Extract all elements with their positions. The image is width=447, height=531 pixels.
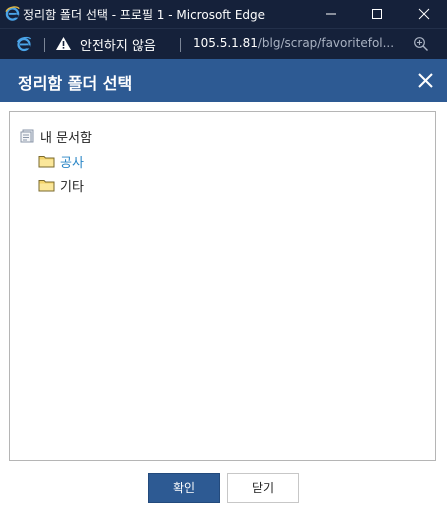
divider <box>180 38 181 52</box>
zoom-icon[interactable] <box>413 36 429 52</box>
tree-folder-label: 기타 <box>60 180 84 195</box>
folder-icon <box>38 180 55 192</box>
warning-icon[interactable] <box>55 36 72 51</box>
close-icon <box>418 8 430 20</box>
ie-mode-icon[interactable] <box>16 36 32 52</box>
confirm-button[interactable]: 확인 <box>148 473 220 503</box>
maximize-button[interactable] <box>354 0 400 28</box>
tree-folder-label: 공사 <box>60 156 84 171</box>
document-icon <box>20 129 34 143</box>
folder-icon <box>38 156 55 168</box>
window-title: 정리함 폴더 선택 - 프로필 1 - Microsoft Edge <box>23 8 266 22</box>
close-button[interactable]: 닫기 <box>227 473 299 503</box>
edge-ie-mode-icon <box>5 6 20 21</box>
tree-root-label: 내 문서함 <box>40 131 92 146</box>
security-status[interactable]: 안전하지 않음 <box>80 35 156 54</box>
dialog-title: 정리함 폴더 선택 <box>18 74 133 93</box>
dialog-header: 정리함 폴더 선택 <box>0 59 447 102</box>
minimize-button[interactable] <box>308 0 354 28</box>
url-host: 105.5.1.81 <box>193 36 258 50</box>
address-bar: 안전하지 않음 105.5.1.81/blg/scrap/favoritefol… <box>0 28 447 59</box>
minimize-icon <box>326 13 336 15</box>
folder-tree: 내 문서함 공사 기타 <box>9 111 436 461</box>
url-path: /blg/scrap/favoritefol... <box>257 36 395 50</box>
window-titlebar: 정리함 폴더 선택 - 프로필 1 - Microsoft Edge <box>0 0 447 28</box>
close-icon[interactable] <box>417 72 434 89</box>
divider <box>44 38 45 52</box>
maximize-icon <box>372 9 382 19</box>
window-close-button[interactable] <box>401 0 447 28</box>
url-field[interactable]: 105.5.1.81/blg/scrap/favoritefol... <box>193 36 394 50</box>
